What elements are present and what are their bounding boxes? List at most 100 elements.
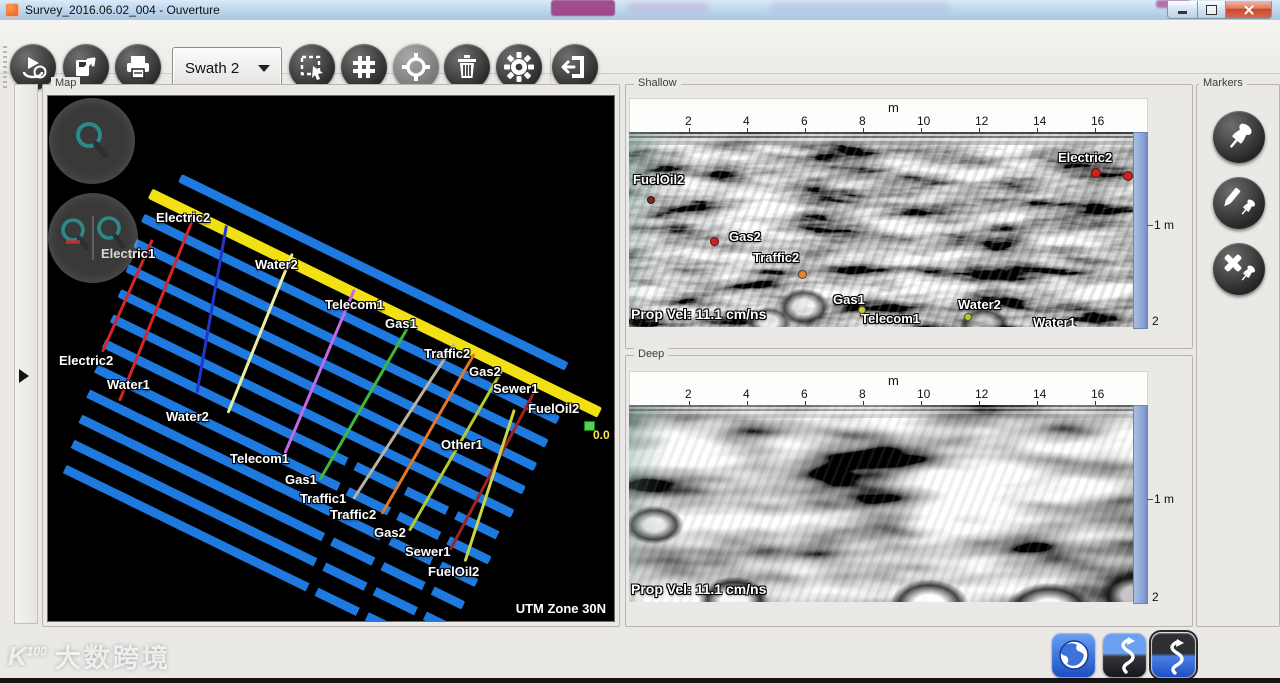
marker-dot[interactable] — [798, 270, 807, 279]
utm-zone-label: UTM Zone 30N — [515, 601, 606, 616]
shallow-panel: Shallow m 2 4 6 8 10 12 14 16 FuelOil2 Electric2… — [625, 77, 1193, 349]
grid-icon — [353, 56, 375, 78]
map-canvas[interactable]: Electric2 Electric1 Water2 Telecom1 Gas1 Traf… — [47, 95, 615, 622]
markers-panel: Markers — [1196, 77, 1280, 627]
toolbar-gripper[interactable] — [3, 46, 7, 88]
watermark-smudge — [551, 0, 615, 16]
exit-icon — [561, 56, 584, 78]
edit-marker-button[interactable] — [1213, 177, 1265, 229]
swath-selected-value: Swath 2 — [185, 59, 240, 77]
chevron-down-icon — [258, 64, 270, 72]
toolbar: Swath 2 — [0, 20, 1280, 90]
toolbar-separator — [550, 48, 551, 86]
utility-label: Telecom1 — [230, 451, 290, 466]
marker-dot[interactable] — [1123, 171, 1133, 181]
ruler-tick-label: 14 — [1033, 387, 1047, 401]
watermark: K100 大数跨境 — [8, 638, 171, 675]
depth-tick — [1147, 225, 1153, 226]
magnifier-pair-icon — [61, 216, 126, 260]
radar-utility-label: Water2 — [958, 297, 1001, 312]
add-marker-button[interactable] — [1213, 111, 1265, 163]
shallow-radargram[interactable]: FuelOil2 Electric2 Gas2 Traffic2 Gas1 Telecom… — [629, 132, 1133, 327]
depth-label-2m: 2 — [1152, 590, 1159, 604]
minimize-icon — [1178, 11, 1187, 14]
deep-panel: Deep m 2 4 6 8 10 12 14 16 Prop Vel: 11.1 cm/ns… — [625, 348, 1193, 627]
watermark-smudge — [628, 2, 708, 13]
utility-label: Sewer1 — [405, 544, 451, 559]
utility-label: FuelOil2 — [528, 401, 580, 416]
utility-label: Gas1 — [285, 472, 317, 487]
radar-utility-label: Gas2 — [729, 229, 761, 244]
deep-view-button[interactable] — [1149, 630, 1198, 680]
window-title: Survey_2016.06.02_004 - Ouverture — [25, 3, 220, 17]
ruler-tick-label: 12 — [975, 387, 989, 401]
swath-line[interactable] — [78, 414, 466, 610]
map-view-button[interactable] — [1052, 633, 1095, 677]
utility-label: Water2 — [255, 257, 298, 272]
radar-utility-label: Gas1 — [833, 292, 865, 307]
magnifier-icon — [76, 122, 108, 158]
zoom-in-button[interactable] — [49, 98, 135, 184]
delete-marker-button[interactable] — [1213, 243, 1265, 295]
trash-icon — [458, 55, 476, 78]
run-scan-icon — [22, 57, 47, 79]
ruler-tick-label: 8 — [859, 114, 866, 128]
marker-dot[interactable] — [964, 313, 972, 321]
ruler-unit: m — [888, 100, 899, 115]
utility-label: Sewer1 — [493, 381, 539, 396]
utility-label: Electric2 — [156, 210, 211, 225]
ruler-tick-label: 16 — [1091, 387, 1105, 401]
markers-panel-title: Markers — [1199, 77, 1247, 89]
close-button[interactable] — [1226, 1, 1272, 19]
utility-label: Traffic1 — [300, 491, 347, 506]
ruler-tick-label: 6 — [801, 387, 808, 401]
ruler-tick-label: 12 — [975, 114, 989, 128]
marker-dot[interactable] — [858, 306, 866, 314]
maximize-icon — [1206, 4, 1217, 15]
depth-label-1m: 1 m — [1154, 218, 1175, 232]
origin-label: 0.0 — [593, 428, 610, 442]
trace-icon — [1120, 637, 1135, 674]
depth-scale-bar — [1133, 132, 1148, 329]
marker-dot[interactable] — [1091, 168, 1101, 178]
ruler-tick-label: 2 — [685, 387, 692, 401]
maximize-button[interactable] — [1198, 1, 1226, 19]
minimize-button[interactable] — [1167, 1, 1198, 19]
utility-label: Telecom1 — [325, 297, 385, 312]
swath-line[interactable] — [94, 364, 492, 565]
utility-label: Traffic2 — [424, 346, 471, 361]
ruler-tick-label: 10 — [917, 114, 931, 128]
ruler-unit: m — [888, 373, 899, 388]
target-icon — [402, 53, 430, 81]
radar-utility-label: Water1 — [1033, 315, 1076, 327]
print-icon — [127, 56, 149, 79]
ruler-tick-label: 4 — [743, 387, 750, 401]
depth-label-1m: 1 m — [1154, 492, 1175, 506]
radar-utility-label: FuelOil2 — [633, 172, 685, 187]
expand-panel-button[interactable] — [19, 369, 29, 383]
ruler-tick-label: 4 — [743, 114, 750, 128]
depth-tick — [1147, 499, 1153, 500]
swath-selector[interactable]: Swath 2 — [172, 47, 282, 89]
radar-utility-label: Telecom1 — [861, 311, 921, 326]
marker-dot[interactable] — [710, 237, 719, 246]
ruler-tick-label: 8 — [859, 387, 866, 401]
deep-ruler: m 2 4 6 8 10 12 14 16 — [629, 371, 1148, 407]
swath-line-solid — [62, 464, 271, 573]
shallow-view-button[interactable] — [1103, 633, 1146, 677]
utility-label: Other1 — [441, 437, 483, 452]
deep-radargram[interactable]: Prop Vel: 11.1 cm/ns — [629, 405, 1133, 602]
utility-label: FuelOil2 — [428, 564, 480, 579]
swath-line-solid — [78, 414, 293, 526]
utility-label: Electric2 — [59, 353, 114, 368]
delete-pin-icon — [1224, 254, 1255, 281]
prop-velocity-label: Prop Vel: 11.1 cm/ns — [631, 306, 767, 322]
marker-dot[interactable] — [647, 196, 655, 204]
swath-line[interactable] — [178, 174, 569, 371]
zoom-out-in-buttons[interactable] — [48, 193, 138, 283]
depth-label-2m: 2 — [1152, 314, 1159, 328]
globe-icon — [1058, 640, 1089, 670]
title-bar: Survey_2016.06.02_004 - Ouverture — [0, 0, 1280, 21]
gear-icon — [504, 52, 534, 82]
radar-utility-label: Electric2 — [1058, 150, 1113, 165]
